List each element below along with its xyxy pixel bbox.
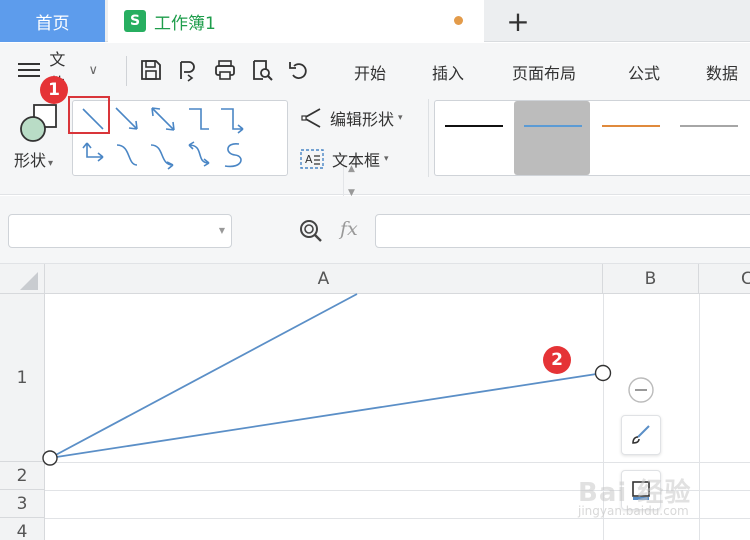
format-brush-button[interactable] bbox=[621, 415, 661, 455]
step-badge-2: 2 bbox=[543, 346, 571, 374]
drawing-layer bbox=[42, 293, 612, 466]
watermark-url: jingyan.baidu.com bbox=[578, 504, 689, 518]
drawn-line-1[interactable] bbox=[49, 293, 358, 459]
drawn-line-2[interactable] bbox=[49, 372, 604, 459]
brush-icon bbox=[632, 425, 650, 444]
line-end-handle[interactable] bbox=[594, 364, 612, 382]
minus-circle-icon[interactable] bbox=[627, 376, 655, 404]
line-start-handle[interactable] bbox=[42, 450, 58, 466]
